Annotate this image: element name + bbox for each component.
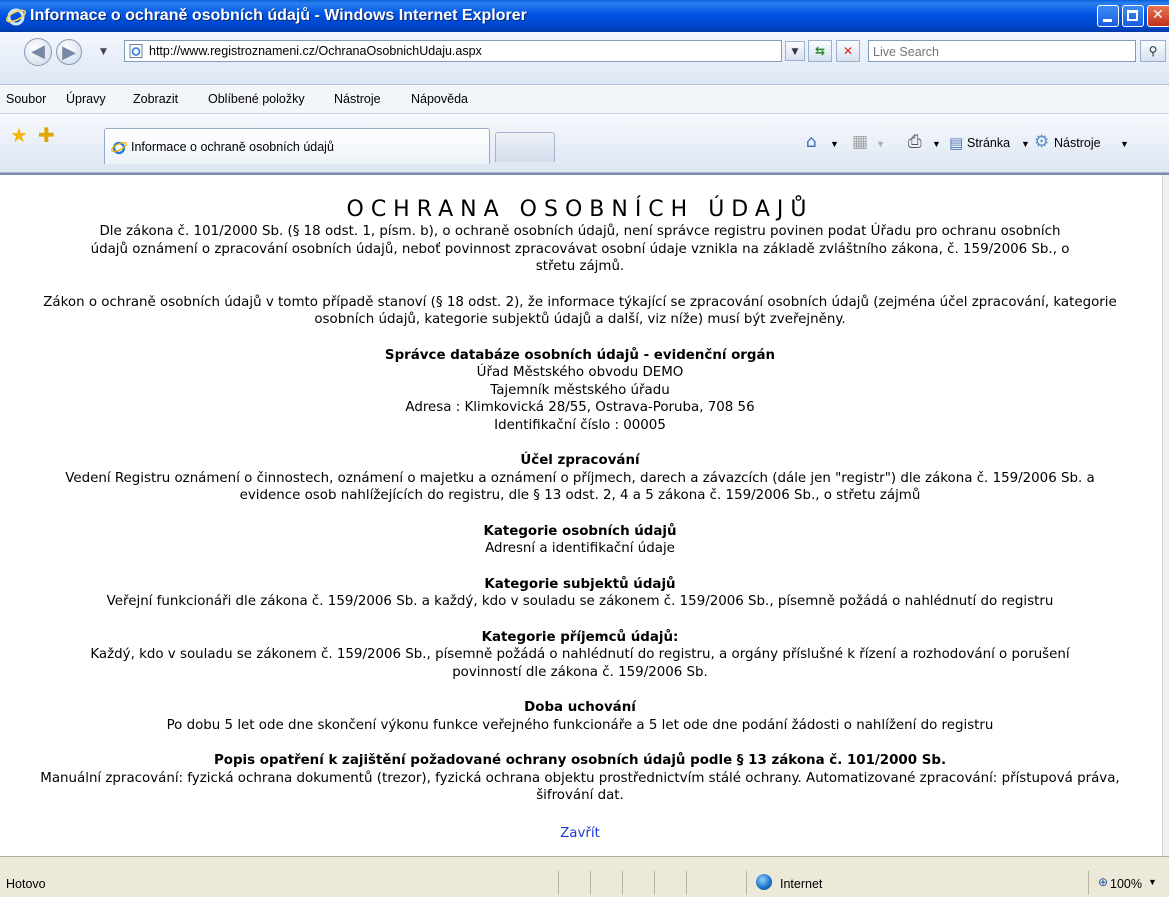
maximize-button[interactable] <box>1122 5 1144 27</box>
favorites-center-icon[interactable]: ★ <box>10 123 28 147</box>
tab-bar: ★ ✚ Informace o ochraně osobních údajů ⌂… <box>0 114 1169 173</box>
stop-button[interactable]: ✕ <box>836 40 860 62</box>
add-favorites-icon[interactable]: ✚ <box>38 123 55 147</box>
measures-section: Popis opatření k zajištění požadované oc… <box>40 752 1120 805</box>
subject-categories-title: Kategorie subjektů údajů <box>484 576 676 592</box>
intro-paragraph-1: Dle zákona č. 101/2000 Sb. (§ 18 odst. 1… <box>90 224 1070 274</box>
internet-globe-icon <box>756 874 772 890</box>
home-icon[interactable]: ⌂ <box>806 132 817 152</box>
status-text: Hotovo <box>6 877 46 891</box>
status-divider <box>622 871 623 895</box>
print-dropdown-icon[interactable]: ▼ <box>932 139 941 149</box>
zoom-level[interactable]: 100% <box>1110 877 1142 891</box>
retention-title: Doba uchování <box>524 700 636 715</box>
search-icon: ⚲ <box>1148 44 1158 58</box>
page-dropdown-icon[interactable]: ▼ <box>1021 139 1030 149</box>
minimize-button[interactable] <box>1097 5 1119 27</box>
menu-napoveda[interactable]: Nápověda <box>411 92 468 106</box>
document: OCHRANA OSOBNÍCH ÚDAJŮ Dle zákona č. 101… <box>40 175 1120 842</box>
window-titlebar[interactable]: Informace o ochraně osobních údajů - Win… <box>0 0 1169 32</box>
data-categories-section: Kategorie osobních údajů Adresní a ident… <box>40 523 1120 558</box>
admin-id: Identifikační číslo : 00005 <box>494 417 666 433</box>
menu-upravy[interactable]: Úpravy <box>66 92 106 106</box>
retention-text: Po dobu 5 let ode dne skončení výkonu fu… <box>166 717 994 733</box>
feeds-dropdown-icon[interactable]: ▼ <box>876 139 885 149</box>
purpose-section: Účel zpracování Vedení Registru oznámení… <box>40 452 1120 505</box>
measures-title: Popis opatření k zajištění požadované oc… <box>213 753 947 768</box>
menu-zobrazit[interactable]: Zobrazit <box>133 92 178 106</box>
admin-section: Správce databáze osobních údajů - eviden… <box>40 347 1120 435</box>
feeds-icon[interactable]: ▦ <box>852 132 868 152</box>
status-divider <box>590 871 591 895</box>
ie-logo-icon <box>6 8 26 26</box>
purpose-title: Účel zpracování <box>520 453 640 468</box>
address-toolbar: ◀ ▶ ▼ http://www.registroznameni.cz/Ochr… <box>0 32 1169 85</box>
security-zone-text: Internet <box>780 877 823 891</box>
admin-address: Adresa : Klimkovická 28/55, Ostrava-Poru… <box>405 400 755 415</box>
search-button[interactable]: ⚲ <box>1140 40 1166 62</box>
purpose-text: Vedení Registru oznámení o činnostech, o… <box>65 470 1095 504</box>
page-title: OCHRANA OSOBNÍCH ÚDAJŮ <box>346 197 814 222</box>
refresh-icon: ⇆ <box>814 44 826 58</box>
scrollbar[interactable] <box>1162 175 1169 856</box>
menu-nastroje[interactable]: Nástroje <box>334 92 381 106</box>
tools-menu[interactable]: Nástroje <box>1054 136 1101 150</box>
address-dropdown-button[interactable]: ▼ <box>785 41 805 61</box>
status-divider <box>558 871 559 895</box>
recipient-categories-section: Kategorie příjemců údajů: Každý, kdo v s… <box>40 629 1120 682</box>
page-menu[interactable]: Stránka <box>967 136 1010 150</box>
zoom-dropdown-icon[interactable]: ▼ <box>1148 877 1157 887</box>
data-categories-text: Adresní a identifikační údaje <box>485 541 675 556</box>
measures-text: Manuální zpracování: fyzická ochrana dok… <box>40 770 1120 804</box>
search-field[interactable] <box>868 40 1136 63</box>
tab-active[interactable]: Informace o ochraně osobních údajů <box>104 128 490 164</box>
admin-title: Správce databáze osobních údajů - eviden… <box>384 347 776 363</box>
data-categories-title: Kategorie osobních údajů <box>483 523 677 539</box>
subject-categories-text: Veřejní funkcionáři dle zákona č. 159/20… <box>106 594 1054 609</box>
tools-gear-icon: ⚙ <box>1034 132 1050 152</box>
refresh-button[interactable]: ⇆ <box>808 40 832 62</box>
tab-ie-icon <box>111 141 127 155</box>
page-viewport: OCHRANA OSOBNÍCH ÚDAJŮ Dle zákona č. 101… <box>0 173 1169 856</box>
recipient-categories-text: Každý, kdo v souladu se zákonem č. 159/2… <box>90 647 1070 680</box>
status-divider <box>1088 871 1089 895</box>
back-button[interactable]: ◀ <box>24 38 52 66</box>
subject-categories-section: Kategorie subjektů údajů Veřejní funkcio… <box>40 576 1120 611</box>
menu-soubor[interactable]: Soubor <box>6 92 46 106</box>
recipient-categories-title: Kategorie příjemců údajů: <box>481 629 679 645</box>
status-divider <box>686 871 687 895</box>
tools-dropdown-icon[interactable]: ▼ <box>1120 139 1129 149</box>
intro-paragraph-2: Zákon o ochraně osobních údajů v tomto p… <box>43 294 1117 328</box>
retention-section: Doba uchování Po dobu 5 let ode dne skon… <box>40 699 1120 734</box>
back-arrow-icon: ◀ <box>31 41 45 62</box>
forward-arrow-icon: ▶ <box>62 42 76 63</box>
home-dropdown-icon[interactable]: ▼ <box>830 139 839 149</box>
page-ie-icon <box>129 44 143 58</box>
print-icon[interactable]: ⎙ <box>908 132 922 152</box>
status-divider <box>654 871 655 895</box>
new-tab-button[interactable] <box>495 132 555 162</box>
window-title: Informace o ochraně osobních údajů - Win… <box>30 7 527 24</box>
stop-icon: ✕ <box>842 44 854 58</box>
menu-bar: Soubor Úpravy Zobrazit Oblíbené položky … <box>0 85 1169 114</box>
page-icon: ▤ <box>949 134 964 152</box>
forward-button[interactable]: ▶ <box>56 39 82 65</box>
url-text[interactable]: http://www.registroznameni.cz/OchranaOso… <box>149 44 482 58</box>
tab-label: Informace o ochraně osobních údajů <box>131 140 334 154</box>
status-divider <box>746 871 747 895</box>
recent-pages-dropdown-icon[interactable]: ▼ <box>100 47 107 57</box>
admin-office: Úřad Městského obvodu DEMO <box>476 365 684 380</box>
admin-secretary: Tajemník městského úřadu <box>490 382 670 398</box>
zoom-icon[interactable]: ⊕ <box>1098 875 1108 889</box>
close-window-button[interactable] <box>1147 5 1169 27</box>
search-input[interactable] <box>869 41 1135 63</box>
menu-oblibene[interactable]: Oblíbené položky <box>208 92 305 106</box>
address-field[interactable]: http://www.registroznameni.cz/OchranaOso… <box>124 40 782 62</box>
close-link[interactable]: Zavřít <box>40 825 1120 843</box>
status-bar: Hotovo Internet ⊕ 100% ▼ <box>0 856 1169 897</box>
